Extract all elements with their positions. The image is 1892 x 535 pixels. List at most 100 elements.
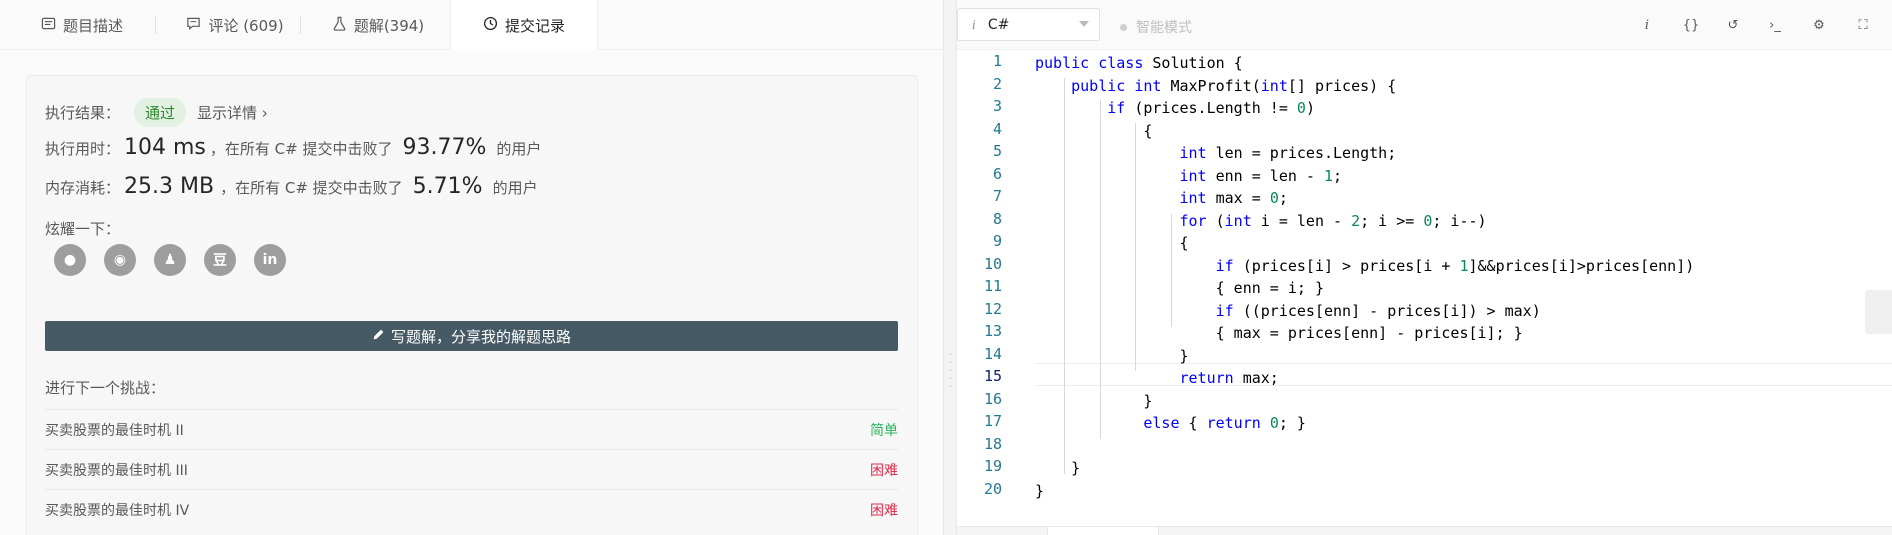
code-line[interactable]: int enn = len - 1; [1035, 165, 1343, 188]
douban-icon[interactable]: 豆 [204, 244, 236, 276]
result-row: 执行结果： 通过 显示详情 › [45, 96, 268, 128]
submission-result-card: 执行结果： 通过 显示详情 › 执行用时： 104 ms ，在所有 C# 提交中… [26, 75, 918, 535]
weibo-icon[interactable]: ◉ [104, 244, 136, 276]
runtime-label: 执行用时： [45, 140, 121, 158]
runtime-percent: 93.77% [402, 135, 487, 160]
panel-resize-handle[interactable]: · · · · · [943, 0, 957, 535]
runtime-mid-text: ，在所有 C# 提交中击败了 [209, 140, 393, 158]
editor-toolbar: i C# 智能模式 i {} ↺ ›_ ⚙ ⛶ [957, 0, 1892, 50]
linkedin-icon[interactable]: in [254, 244, 286, 276]
side-feedback-tab[interactable] [1865, 290, 1892, 334]
challenge-title: 买卖股票的最佳时机 IV [45, 502, 190, 519]
language-select[interactable]: i C# [957, 8, 1100, 41]
line-number: 17 [983, 412, 1002, 430]
info-small-icon: i [972, 17, 976, 32]
code-line[interactable]: public int MaxProfit(int[] prices) { [1035, 75, 1396, 98]
share-icons: ● ◉ ♟ 豆 in [54, 244, 286, 276]
smart-mode-label: 智能模式 [1136, 20, 1192, 36]
line-number: 14 [983, 344, 1002, 363]
code-line[interactable]: { enn = i; } [1035, 277, 1324, 300]
difficulty-badge: 简单 [870, 422, 898, 439]
tab-label: 提交记录 [504, 17, 565, 35]
code-line[interactable]: } [1035, 480, 1044, 503]
memory-mid-text: ，在所有 C# 提交中击败了 [220, 179, 403, 197]
challenge-item[interactable]: 买卖股票的最佳时机 III 困难 [45, 449, 898, 489]
challenge-title: 买卖股票的最佳时机 II [45, 422, 184, 439]
code-line[interactable]: if (prices.Length != 0) [1035, 97, 1315, 120]
pencil-icon [372, 327, 385, 345]
code-line[interactable]: public class Solution { [1035, 52, 1243, 75]
line-number: 6 [992, 164, 1002, 183]
wechat-icon[interactable]: ● [54, 244, 86, 276]
code-line[interactable]: if (prices[i] > prices[i + 1]&&prices[i]… [1035, 255, 1695, 278]
code-line[interactable]: } [1035, 390, 1152, 413]
qq-icon[interactable]: ♟ [154, 244, 186, 276]
tab-solutions[interactable]: 题解(394) [318, 0, 438, 50]
line-number-gutter: 1 2 3 4 5 6 7 8 9 10 11 12 13 14 15 16 17 18 19 20 [957, 50, 1002, 526]
tab-separator [300, 16, 301, 34]
line-number: 20 [983, 479, 1002, 498]
bottom-tab[interactable] [1047, 527, 1159, 535]
tab-comments[interactable]: 评论 (609) [170, 0, 300, 50]
code-line[interactable]: int max = 0; [1035, 187, 1288, 210]
line-number: 10 [983, 254, 1002, 273]
share-label: 炫耀一下： [45, 220, 121, 238]
tab-label: 题解(394) [353, 16, 425, 35]
write-solution-label: 写题解，分享我的解题思路 [390, 327, 571, 346]
code-line[interactable]: if ((prices[enn] - prices[i]) > max) [1035, 300, 1541, 323]
code-line[interactable]: return max; [1035, 367, 1279, 390]
info-icon[interactable]: i [1637, 15, 1657, 35]
show-details-link[interactable]: 显示详情 › [197, 102, 268, 123]
fullscreen-icon[interactable]: ⛶ [1853, 15, 1873, 35]
line-number: 3 [992, 97, 1002, 115]
language-value: C# [987, 16, 1010, 33]
tab-description[interactable]: 题目描述 [22, 0, 142, 50]
right-panel: i C# 智能模式 i {} ↺ ›_ ⚙ ⛶ 1 2 3 4 5 6 7 8 9 10 11 12 1… [957, 0, 1892, 535]
code-line[interactable]: for (int i = len - 2; i >= 0; i--) [1035, 210, 1487, 233]
format-braces-icon[interactable]: {} [1681, 15, 1701, 35]
code-line[interactable]: int len = prices.Length; [1035, 142, 1397, 165]
line-number: 8 [992, 209, 1002, 228]
tab-submissions[interactable]: 提交记录 [450, 0, 598, 51]
challenge-item[interactable]: 买卖股票的最佳时机 IV 困难 [45, 489, 898, 529]
difficulty-badge: 困难 [870, 462, 898, 479]
code-line[interactable]: } [1035, 345, 1188, 368]
runtime-row: 执行用时： 104 ms ，在所有 C# 提交中击败了 93.77% 的用户 [45, 135, 541, 167]
editor-bottom-bar [957, 526, 1892, 535]
console-icon[interactable]: ›_ [1765, 15, 1785, 35]
code-line[interactable]: { [1035, 232, 1188, 255]
memory-row: 内存消耗： 25.3 MB ，在所有 C# 提交中击败了 5.71% 的用户 [45, 174, 538, 206]
line-number: 7 [992, 187, 1002, 205]
line-number: 1 [992, 52, 1002, 70]
tab-label: 题目描述 [62, 16, 123, 35]
smart-mode-toggle[interactable]: 智能模式 [1120, 17, 1192, 37]
code-line[interactable]: { max = prices[enn] - prices[i]; } [1035, 322, 1523, 345]
line-number: 11 [983, 277, 1002, 295]
status-badge: 通过 [134, 97, 187, 127]
grip-dots: · · · · · [949, 350, 953, 393]
code-line[interactable]: } [1035, 457, 1080, 480]
runtime-value: 104 ms [124, 135, 206, 160]
line-number: 2 [992, 74, 1002, 93]
reset-icon[interactable]: ↺ [1723, 15, 1743, 35]
tab-bar: 题目描述 评论 (609) 题解(394) 提交记录 [0, 0, 943, 51]
tab-label: 评论 (609) [208, 16, 284, 35]
challenge-item[interactable]: 买卖股票的最佳时机 II 简单 [45, 409, 898, 449]
memory-value: 25.3 MB [124, 174, 215, 199]
line-number: 12 [983, 299, 1002, 318]
line-number: 16 [983, 389, 1002, 408]
code-editor[interactable]: 1 2 3 4 5 6 7 8 9 10 11 12 13 14 15 16 17 18 19 20 public c… [957, 50, 1892, 526]
app-root: 题目描述 评论 (609) 题解(394) 提交记录 执行结果： 通过 显示详情… [0, 0, 1892, 535]
write-solution-button[interactable]: 写题解，分享我的解题思路 [45, 321, 898, 351]
line-number: 15 [983, 367, 1002, 385]
code-line[interactable]: { [1035, 120, 1152, 143]
line-number: 5 [992, 142, 1002, 160]
line-number: 18 [983, 434, 1002, 453]
comment-icon [186, 16, 201, 35]
tab-separator [155, 16, 156, 34]
runtime-suffix: 的用户 [496, 140, 542, 158]
code-line[interactable]: else { return 0; } [1035, 412, 1306, 435]
settings-icon[interactable]: ⚙ [1809, 15, 1829, 35]
challenge-title: 买卖股票的最佳时机 III [45, 462, 188, 479]
flask-icon [332, 16, 347, 35]
